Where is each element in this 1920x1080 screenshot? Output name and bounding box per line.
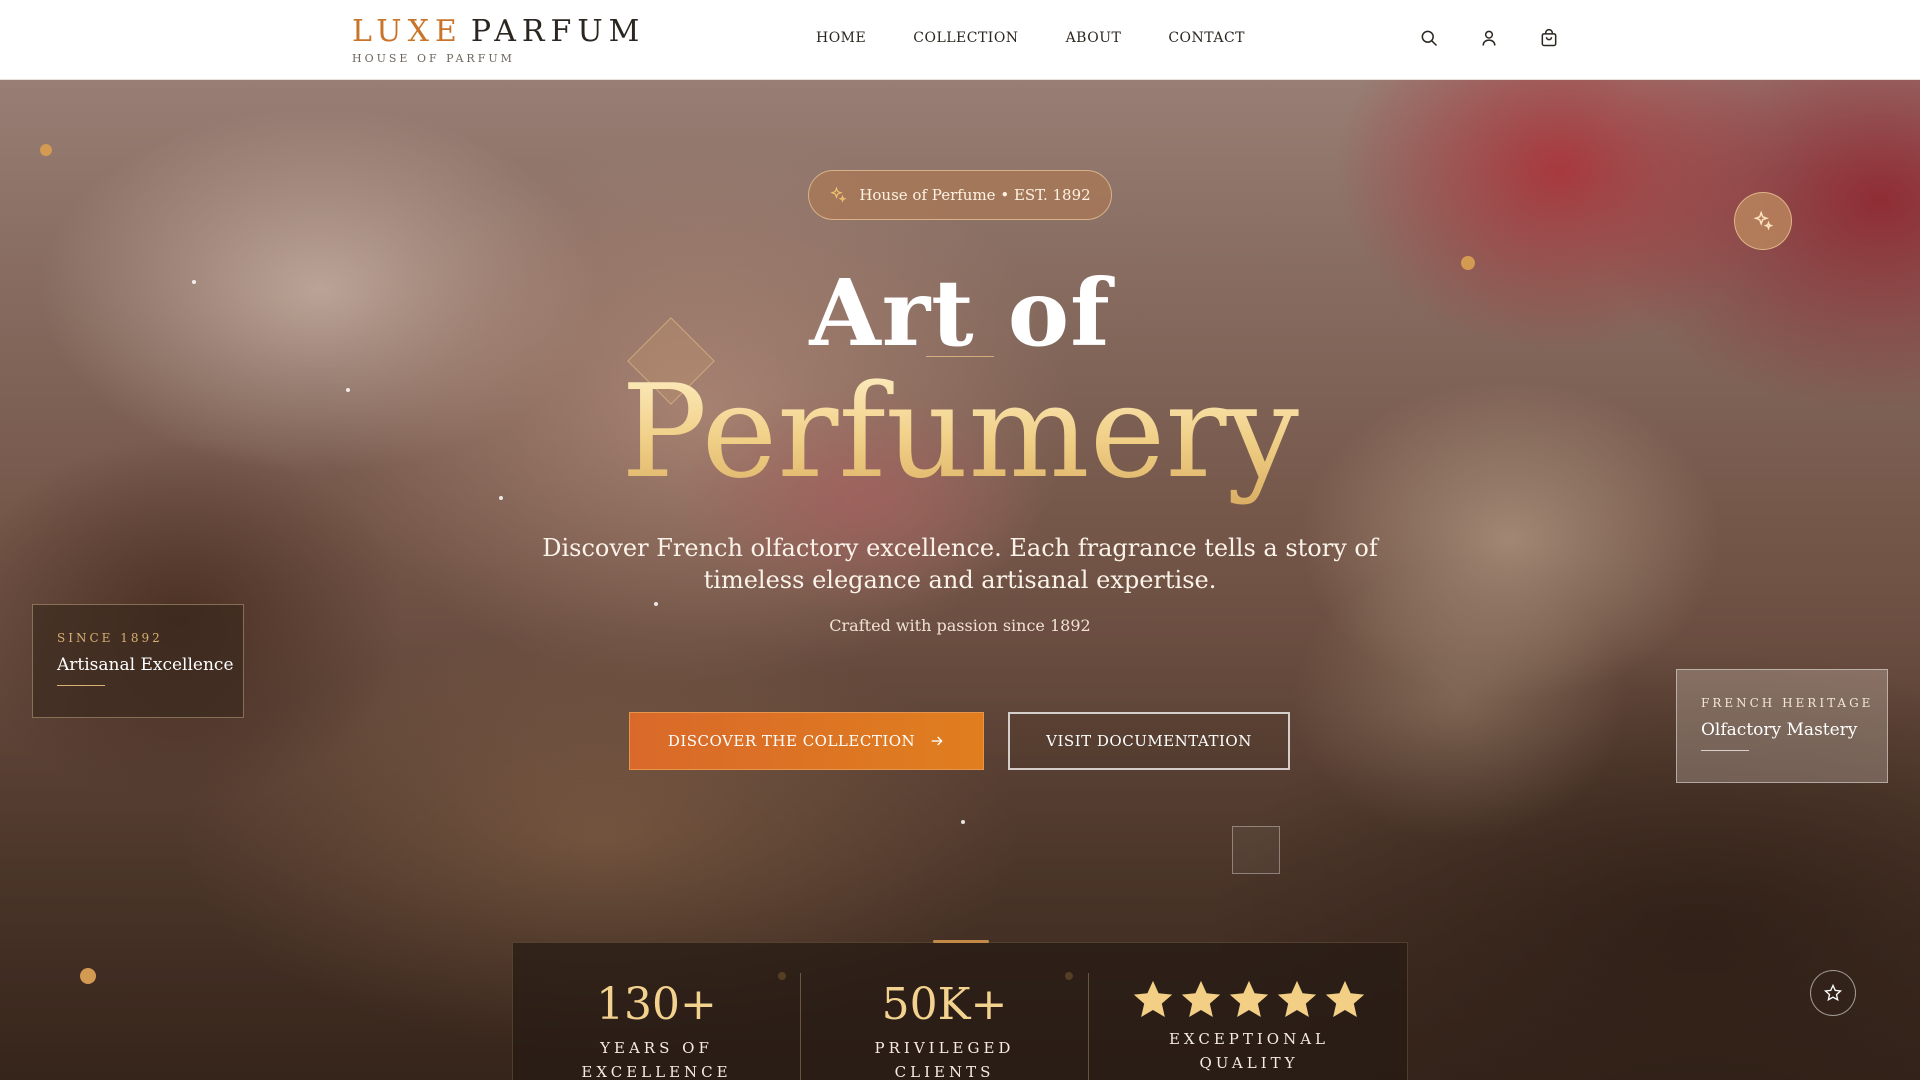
stat-caption: EXCEPTIONAL QUALITY <box>1168 1030 1330 1072</box>
main-nav: HOME COLLECTION ABOUT CONTACT <box>816 30 1245 46</box>
card-kicker: FRENCH HERITAGE <box>1701 696 1874 710</box>
header-actions <box>1418 27 1560 49</box>
hero-title-line1: Art of <box>809 259 1111 367</box>
star-rating <box>1089 977 1409 1023</box>
star-outline-icon <box>1823 983 1843 1002</box>
card-divider <box>1701 750 1749 751</box>
search-icon[interactable] <box>1418 27 1440 49</box>
hero-title-line2: Perfumery <box>0 358 1920 508</box>
visit-documentation-button[interactable]: VISIT DOCUMENTATION <box>1008 712 1290 770</box>
star-icon <box>1277 980 1317 1018</box>
title-divider <box>926 356 994 357</box>
star-icon <box>1181 980 1221 1018</box>
nav-home[interactable]: HOME <box>816 30 866 46</box>
sparkle-icon <box>830 186 847 203</box>
logo-luxe: LUXE <box>352 14 463 49</box>
nav-contact[interactable]: CONTACT <box>1168 30 1245 46</box>
favorite-button[interactable] <box>1810 970 1856 1016</box>
user-icon[interactable] <box>1478 27 1500 49</box>
hero-section: House of Perfume • EST. 1892 Art of Perf… <box>0 80 1920 1080</box>
heritage-card-left: SINCE 1892 Artisanal Excellence <box>32 604 244 718</box>
sparkle-icon <box>1753 210 1774 231</box>
heritage-card-right: FRENCH HERITAGE Olfactory Mastery <box>1676 669 1888 783</box>
decor-particle <box>80 968 96 984</box>
logo-subtitle: HOUSE OF PARFUM <box>352 52 515 65</box>
star-icon <box>1325 980 1365 1018</box>
logo-parfum: PARFUM <box>470 14 646 49</box>
stat-quality: EXCEPTIONAL QUALITY <box>1089 943 1409 1080</box>
stat-value: 50K+ <box>881 979 1008 1030</box>
stat-caption: YEARS OF EXCELLENCE <box>581 1039 732 1080</box>
nav-collection[interactable]: COLLECTION <box>913 30 1018 46</box>
stats-panel: 130+ YEARS OF EXCELLENCE 50K+ PRIVILEGED… <box>512 940 1409 1080</box>
card-label: Olfactory Mastery <box>1701 720 1858 740</box>
decor-square <box>1232 826 1280 874</box>
card-label: Artisanal Excellence <box>57 655 234 675</box>
discover-collection-label: DISCOVER THE COLLECTION <box>667 732 916 750</box>
stat-clients: 50K+ PRIVILEGED CLIENTS <box>801 943 1088 1080</box>
card-kicker: SINCE 1892 <box>57 631 163 645</box>
badge-text: House of Perfume • EST. 1892 <box>859 186 1091 204</box>
sparkle-button[interactable] <box>1734 192 1792 250</box>
hero-subtitle: Discover French olfactory excellence. Ea… <box>542 534 1378 594</box>
arrow-right-icon <box>931 736 943 746</box>
nav-about[interactable]: ABOUT <box>1066 30 1122 46</box>
star-icon <box>1229 980 1269 1018</box>
site-header: LUXE PARFUM HOUSE OF PARFUM HOME COLLECTI… <box>0 0 1920 80</box>
stat-caption: PRIVILEGED CLIENTS <box>874 1039 1015 1080</box>
hero-tagline: Crafted with passion since 1892 <box>829 616 1091 635</box>
shopping-bag-icon[interactable] <box>1538 27 1560 49</box>
decor-particle <box>40 144 52 156</box>
stat-value: 130+ <box>596 979 717 1030</box>
star-icon <box>1133 980 1173 1018</box>
stat-years: 130+ YEARS OF EXCELLENCE <box>513 943 800 1080</box>
decor-particle <box>961 820 965 824</box>
brand-logo[interactable]: LUXE PARFUM HOUSE OF PARFUM <box>352 14 645 65</box>
card-divider <box>57 685 105 686</box>
logo-wordmark: LUXE PARFUM <box>352 14 645 50</box>
discover-collection-button[interactable]: DISCOVER THE COLLECTION <box>629 712 984 770</box>
heritage-badge: House of Perfume • EST. 1892 <box>808 170 1112 220</box>
decor-particle <box>654 602 658 606</box>
visit-documentation-label: VISIT DOCUMENTATION <box>1046 732 1252 750</box>
